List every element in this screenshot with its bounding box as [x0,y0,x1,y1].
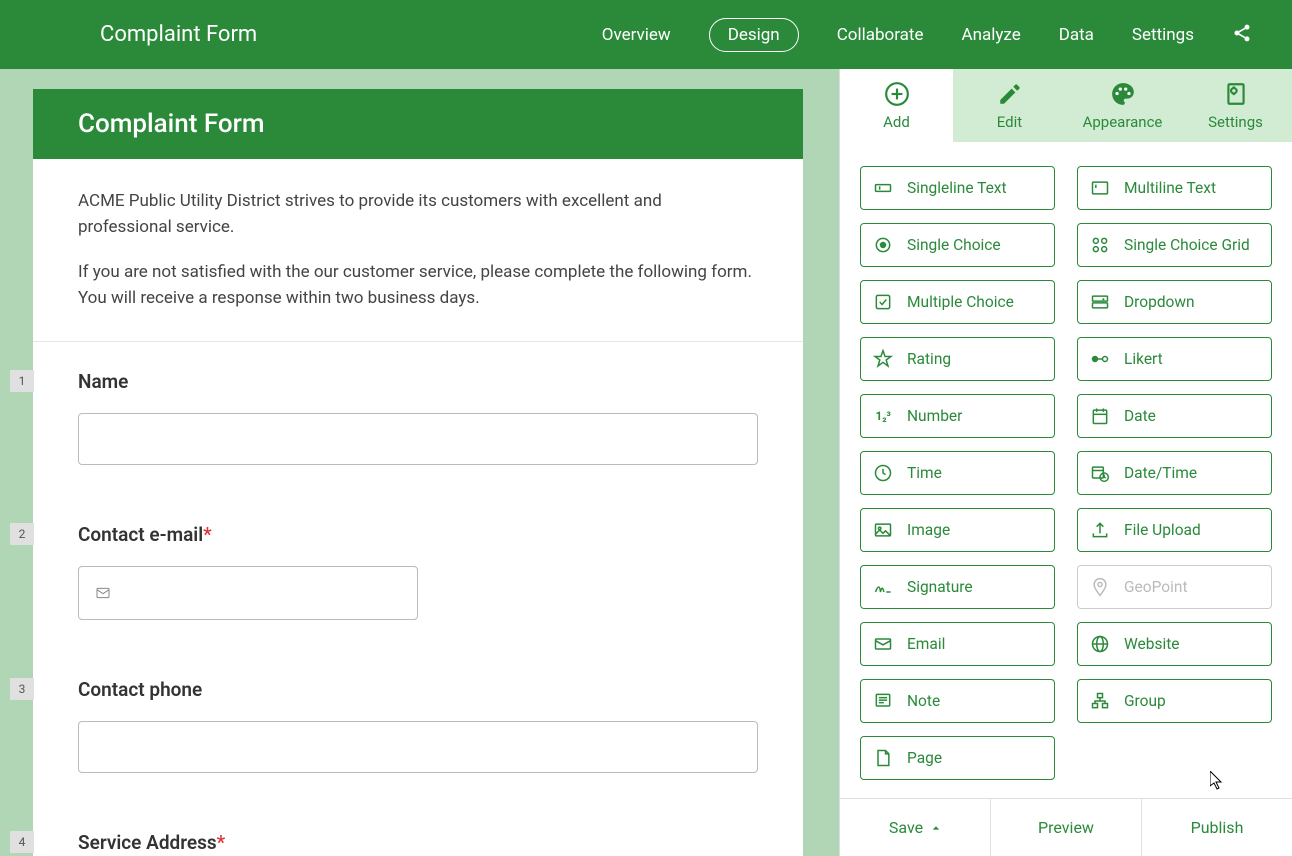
email-icon [873,634,893,654]
gear-page-icon [1223,81,1249,107]
nav-collaborate[interactable]: Collaborate [837,25,924,45]
field-website[interactable]: Website [1077,622,1272,666]
tab-settings[interactable]: Settings [1179,69,1292,142]
question-label: Contact e-mail* [78,523,758,546]
main-container: Complaint Form ACME Public Utility Distr… [0,69,1292,856]
question-number: 1 [10,370,34,392]
field-datetime[interactable]: Date/Time [1077,451,1272,495]
palette-icon [1110,81,1136,107]
nav-design[interactable]: Design [709,18,799,52]
share-icon[interactable] [1232,23,1252,47]
checkbox-icon [873,292,893,312]
field-email[interactable]: Email [860,622,1055,666]
nav-analyze[interactable]: Analyze [961,25,1020,45]
field-number[interactable]: 1₂³ Number [860,394,1055,438]
field-date[interactable]: Date [1077,394,1272,438]
nav-data[interactable]: Data [1059,25,1094,45]
likert-icon [1090,349,1110,369]
question-number: 2 [10,523,34,545]
multiline-icon [1090,178,1110,198]
caret-up-icon [931,823,941,833]
preview-button[interactable]: Preview [991,799,1142,856]
number-icon: 1₂³ [873,406,893,426]
top-bar: Complaint Form Overview Design Collabora… [0,0,1292,69]
field-multiple-choice[interactable]: Multiple Choice [860,280,1055,324]
save-button[interactable]: Save [840,799,991,856]
calendar-icon [1090,406,1110,426]
pencil-icon [997,81,1023,107]
question-label: Contact phone [78,678,758,701]
dropdown-icon [1090,292,1110,312]
panel-body: Singleline Text Multiline Text Single Ch… [840,142,1292,798]
panel-tabs: Add Edit Appearance Settings [840,69,1292,142]
side-panel: Add Edit Appearance Settings Singleline … [839,69,1292,856]
email-input[interactable] [78,566,418,620]
datetime-icon [1090,463,1110,483]
geopoint-icon [1090,577,1110,597]
question-label: Name [78,370,758,393]
field-single-choice-grid[interactable]: Single Choice Grid [1077,223,1272,267]
intro-p2: If you are not satisfied with the our cu… [78,260,758,311]
tab-appearance[interactable]: Appearance [1066,69,1179,142]
grid-icon [1090,235,1110,255]
note-icon [873,691,893,711]
app-title: Complaint Form [100,22,602,47]
upload-icon [1090,520,1110,540]
form-area: Complaint Form ACME Public Utility Distr… [0,69,839,856]
form-title: Complaint Form [33,89,803,159]
field-file-upload[interactable]: File Upload [1077,508,1272,552]
mail-icon [93,585,113,601]
question-3[interactable]: 3 Contact phone [33,650,803,803]
field-grid: Singleline Text Multiline Text Single Ch… [860,166,1272,780]
field-geopoint: GeoPoint [1077,565,1272,609]
nav-settings[interactable]: Settings [1132,25,1194,45]
svg-text:1₂³: 1₂³ [876,409,891,423]
question-2[interactable]: 2 Contact e-mail* [33,495,803,650]
field-image[interactable]: Image [860,508,1055,552]
question-number: 4 [10,831,34,853]
field-dropdown[interactable]: Dropdown [1077,280,1272,324]
tab-add[interactable]: Add [840,69,953,142]
question-label: Service Address* [78,831,758,854]
name-input[interactable] [78,413,758,465]
group-icon [1090,691,1110,711]
image-icon [873,520,893,540]
question-4[interactable]: 4 Service Address* [33,803,803,856]
globe-icon [1090,634,1110,654]
field-multiline[interactable]: Multiline Text [1077,166,1272,210]
panel-footer: Save Preview Publish [840,798,1292,856]
signature-icon [873,577,893,597]
star-icon [873,349,893,369]
question-number: 3 [10,678,34,700]
field-rating[interactable]: Rating [860,337,1055,381]
nav-items: Overview Design Collaborate Analyze Data… [602,18,1252,52]
form-intro: ACME Public Utility District strives to … [33,159,803,342]
form-card: Complaint Form ACME Public Utility Distr… [33,89,803,856]
add-icon [884,81,910,107]
intro-p1: ACME Public Utility District strives to … [78,189,758,240]
field-page[interactable]: Page [860,736,1055,780]
phone-input[interactable] [78,721,758,773]
nav-overview[interactable]: Overview [602,25,671,45]
question-1[interactable]: 1 Name [33,342,803,495]
tab-edit[interactable]: Edit [953,69,1066,142]
radio-icon [873,235,893,255]
field-likert[interactable]: Likert [1077,337,1272,381]
clock-icon [873,463,893,483]
publish-button[interactable]: Publish [1142,799,1292,856]
field-group[interactable]: Group [1077,679,1272,723]
page-icon [873,748,893,768]
field-signature[interactable]: Signature [860,565,1055,609]
field-note[interactable]: Note [860,679,1055,723]
field-single-choice[interactable]: Single Choice [860,223,1055,267]
field-singleline[interactable]: Singleline Text [860,166,1055,210]
singleline-icon [873,178,893,198]
field-time[interactable]: Time [860,451,1055,495]
